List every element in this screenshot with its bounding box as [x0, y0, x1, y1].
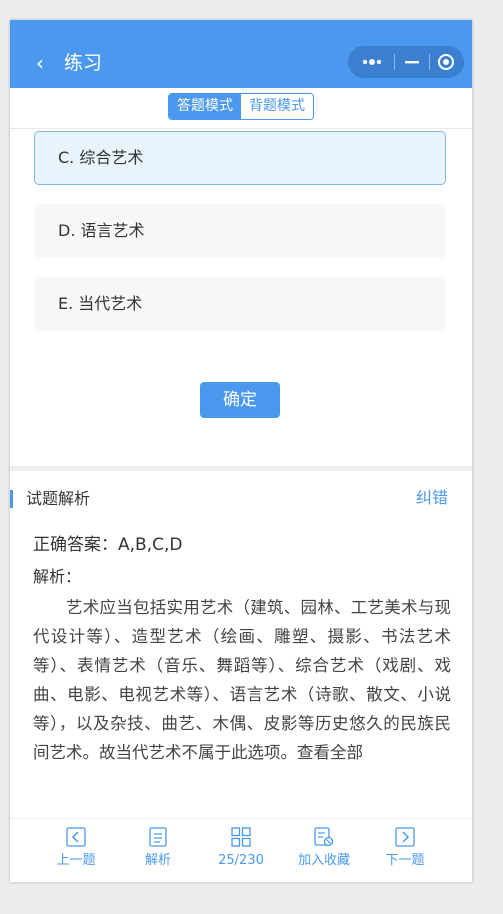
next-icon — [395, 827, 415, 847]
analysis-title: 试题解析 — [26, 489, 91, 508]
next-label: 下一题 — [385, 853, 425, 868]
favorite-button[interactable]: 加入收藏 — [286, 827, 362, 870]
analysis-text: 艺术应当包括实用艺术（建筑、园林、工艺美术与现代设计等）、造型艺术（绘画、雕塑、… — [33, 598, 451, 762]
favorite-label: 加入收藏 — [297, 853, 350, 868]
back-icon[interactable]: ‹ — [36, 52, 44, 74]
analysis-label: 解析： — [33, 567, 82, 586]
minimize-icon[interactable] — [398, 54, 426, 70]
section-accent-bar — [10, 490, 13, 508]
app-header: ‹ 练习 — [10, 20, 472, 88]
memorize-mode-tab[interactable]: 背题模式 — [241, 94, 313, 119]
mode-bar: 答题模式 背题模式 — [10, 88, 472, 129]
grid-icon — [231, 827, 251, 847]
prev-label: 上一题 — [56, 853, 96, 868]
bottom-toolbar: 上一题 解析 25/230 加入收藏 下一题 — [10, 818, 472, 882]
close-target-icon[interactable] — [433, 52, 459, 72]
analysis-tab-label: 解析 — [144, 853, 171, 868]
next-question-button[interactable]: 下一题 — [367, 827, 443, 870]
answer-mode-tab[interactable]: 答题模式 — [169, 94, 241, 119]
analysis-button[interactable]: 解析 — [120, 827, 196, 870]
phone-frame: ‹ 练习 答题模式 背题模式 C. 综合艺术 D. 语言艺术 E. 当代艺术 确… — [10, 20, 472, 882]
option-c[interactable]: C. 综合艺术 — [34, 131, 446, 185]
favorite-icon — [314, 827, 334, 847]
capsule-divider — [429, 54, 430, 70]
option-d[interactable]: D. 语言艺术 — [34, 204, 446, 258]
question-grid-button[interactable]: 25/230 — [203, 827, 279, 870]
report-error-link[interactable]: 纠错 — [416, 486, 448, 510]
mode-switch: 答题模式 背题模式 — [168, 93, 314, 120]
section-divider — [10, 466, 472, 471]
more-icon[interactable] — [360, 54, 384, 70]
option-e[interactable]: E. 当代艺术 — [34, 277, 446, 331]
prev-question-button[interactable]: 上一题 — [38, 827, 114, 870]
prev-icon — [66, 827, 86, 847]
document-icon — [149, 827, 167, 847]
page-title: 练习 — [64, 52, 103, 74]
capsule-divider — [394, 54, 395, 70]
confirm-button[interactable]: 确定 — [200, 382, 280, 418]
progress-label: 25/230 — [218, 853, 264, 868]
mini-program-capsule — [348, 46, 464, 78]
correct-answer: 正确答案：A,B,C,D — [33, 535, 183, 555]
